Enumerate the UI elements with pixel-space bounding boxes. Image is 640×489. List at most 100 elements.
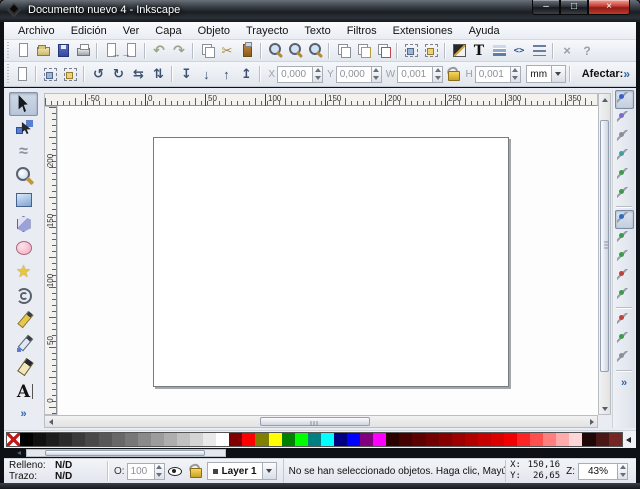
spin-up-icon[interactable] bbox=[618, 464, 627, 472]
snap-bbox-button[interactable] bbox=[615, 109, 634, 128]
horizontal-scrollbar[interactable] bbox=[44, 415, 598, 428]
menu-capa[interactable]: Capa bbox=[147, 23, 189, 39]
snap-rotation-centers-button[interactable] bbox=[615, 349, 634, 368]
x-field[interactable]: 0,000 bbox=[277, 66, 313, 83]
swatch-3a3a3a[interactable] bbox=[72, 433, 85, 446]
ellipse-tool-button[interactable] bbox=[9, 236, 38, 260]
zoom-tool-button[interactable] bbox=[9, 164, 38, 188]
duplicate-button[interactable] bbox=[333, 41, 353, 60]
spin-down-icon[interactable] bbox=[433, 74, 442, 82]
height-field[interactable]: 0,001 bbox=[475, 66, 511, 83]
pencil-tool-button[interactable] bbox=[9, 308, 38, 332]
swatch-ff00ff[interactable] bbox=[373, 433, 386, 446]
snapping-toggle-button[interactable] bbox=[615, 90, 634, 109]
width-field[interactable]: 0,001 bbox=[397, 66, 433, 83]
opacity-spinner[interactable] bbox=[155, 463, 165, 480]
spin-up-icon[interactable] bbox=[511, 67, 520, 75]
copy-button[interactable] bbox=[197, 41, 217, 60]
swatch-aeaeae[interactable] bbox=[164, 433, 177, 446]
show-bbox-toggle-button[interactable] bbox=[12, 65, 32, 84]
snap-bbox-centers-button[interactable] bbox=[615, 185, 634, 204]
swatch-2b2b2b[interactable] bbox=[59, 433, 72, 446]
snap-path-intersections-button[interactable] bbox=[615, 248, 634, 267]
scroll-up-icon[interactable] bbox=[599, 94, 610, 105]
y-field[interactable]: 0,000 bbox=[336, 66, 372, 83]
swatch-d4d4d4[interactable] bbox=[190, 433, 203, 446]
star-tool-button[interactable]: ★ bbox=[9, 260, 38, 284]
scroll-right-icon[interactable] bbox=[586, 416, 597, 427]
swatch-ff2424[interactable] bbox=[517, 433, 530, 446]
group-button[interactable] bbox=[401, 41, 421, 60]
snap-overflow-button[interactable]: » bbox=[621, 377, 627, 389]
y-field-spinner[interactable] bbox=[372, 66, 382, 83]
new-document-button[interactable] bbox=[13, 41, 33, 60]
zoom-spinner[interactable] bbox=[618, 463, 628, 480]
swatch-b10000[interactable] bbox=[465, 433, 478, 446]
swatch-008000[interactable] bbox=[282, 433, 295, 446]
redo-button[interactable]: ↷ bbox=[169, 41, 189, 60]
horizontal-ruler[interactable]: -50050100150200250300350 bbox=[44, 93, 598, 106]
spin-down-icon[interactable] bbox=[155, 471, 164, 479]
swatch-9c9c9c[interactable] bbox=[151, 433, 164, 446]
swatch-ffd5d5[interactable] bbox=[569, 433, 582, 446]
swatch-762525[interactable] bbox=[609, 433, 622, 446]
palette-scrollbar[interactable] bbox=[26, 449, 226, 457]
swatch-008080[interactable] bbox=[308, 433, 321, 446]
x-field-spinner[interactable] bbox=[313, 66, 323, 83]
layers-dialog-button[interactable] bbox=[489, 41, 509, 60]
snap-bbox-corners-button[interactable] bbox=[615, 147, 634, 166]
swatch-c60000[interactable] bbox=[478, 433, 491, 446]
swatch-f00000[interactable] bbox=[504, 433, 517, 446]
swatch-494949[interactable] bbox=[85, 433, 98, 446]
menu-ayuda[interactable]: Ayuda bbox=[461, 23, 508, 39]
document-page[interactable] bbox=[153, 137, 509, 387]
layer-selector[interactable]: Layer 1 bbox=[207, 462, 277, 480]
swatch-5c0000[interactable] bbox=[412, 433, 425, 446]
toolbox-overflow-button[interactable]: » bbox=[20, 408, 26, 420]
horizontal-scrollbar-thumb[interactable] bbox=[260, 417, 370, 426]
menu-trayecto[interactable]: Trayecto bbox=[238, 23, 296, 39]
menu-extensiones[interactable]: Extensiones bbox=[385, 23, 461, 39]
flip-vertical-button[interactable]: ⇅ bbox=[148, 65, 168, 84]
snap-bbox-edge-midpoints-button[interactable] bbox=[615, 166, 634, 185]
title-bar[interactable]: Documento nuevo 4 - Inkscape – □ × bbox=[0, 0, 640, 22]
lock-ratio-icon[interactable] bbox=[446, 66, 458, 82]
raise-to-top-button[interactable]: ↥ bbox=[236, 65, 256, 84]
spin-down-icon[interactable] bbox=[313, 74, 322, 82]
swatch-101010[interactable] bbox=[33, 433, 46, 446]
rotate-cw-button[interactable]: ↻ bbox=[108, 65, 128, 84]
snap-object-centers-button[interactable] bbox=[615, 330, 634, 349]
menu-filtros[interactable]: Filtros bbox=[339, 23, 385, 39]
palette-scroll-arrow-icon[interactable] bbox=[13, 449, 25, 457]
menu-ver[interactable]: Ver bbox=[115, 23, 148, 39]
fill-stroke-dialog-button[interactable] bbox=[449, 41, 469, 60]
spin-down-icon[interactable] bbox=[618, 471, 627, 479]
swatch-000080[interactable] bbox=[334, 433, 347, 446]
swatch-c1c1c1[interactable] bbox=[177, 433, 190, 446]
fill-stroke-indicator[interactable]: Relleno:N/D Trazo:N/D bbox=[4, 460, 104, 482]
opacity-field[interactable]: 100 bbox=[127, 463, 155, 480]
palette-scroll-left-icon[interactable] bbox=[623, 432, 634, 447]
maximize-button[interactable]: □ bbox=[560, 0, 588, 15]
swatch-787878[interactable] bbox=[125, 433, 138, 446]
spin-down-icon[interactable] bbox=[511, 74, 520, 82]
swatch-e9e9e9[interactable] bbox=[203, 433, 216, 446]
swatch-00ff00[interactable] bbox=[295, 433, 308, 446]
layer-lock-icon[interactable] bbox=[188, 463, 202, 479]
swatch-000000[interactable] bbox=[20, 433, 33, 446]
swatch-800080[interactable] bbox=[360, 433, 373, 446]
spiral-tool-button[interactable] bbox=[9, 284, 38, 308]
lower-to-bottom-button[interactable]: ↧ bbox=[176, 65, 196, 84]
scroll-down-icon[interactable] bbox=[599, 403, 610, 414]
lower-button[interactable]: ↓ bbox=[196, 65, 216, 84]
menu-archivo[interactable]: Archivo bbox=[10, 23, 63, 39]
snap-paths-button[interactable] bbox=[615, 229, 634, 248]
swatch-ff5050[interactable] bbox=[530, 433, 543, 446]
cut-button[interactable]: ✂ bbox=[217, 41, 237, 60]
vertical-scrollbar-thumb[interactable] bbox=[600, 120, 609, 372]
raise-button[interactable]: ↑ bbox=[216, 65, 236, 84]
scroll-left-icon[interactable] bbox=[45, 416, 56, 427]
snap-cusp-nodes-button[interactable] bbox=[615, 267, 634, 286]
node-tool-button[interactable] bbox=[9, 116, 38, 140]
swatch-2b0000[interactable] bbox=[386, 433, 399, 446]
